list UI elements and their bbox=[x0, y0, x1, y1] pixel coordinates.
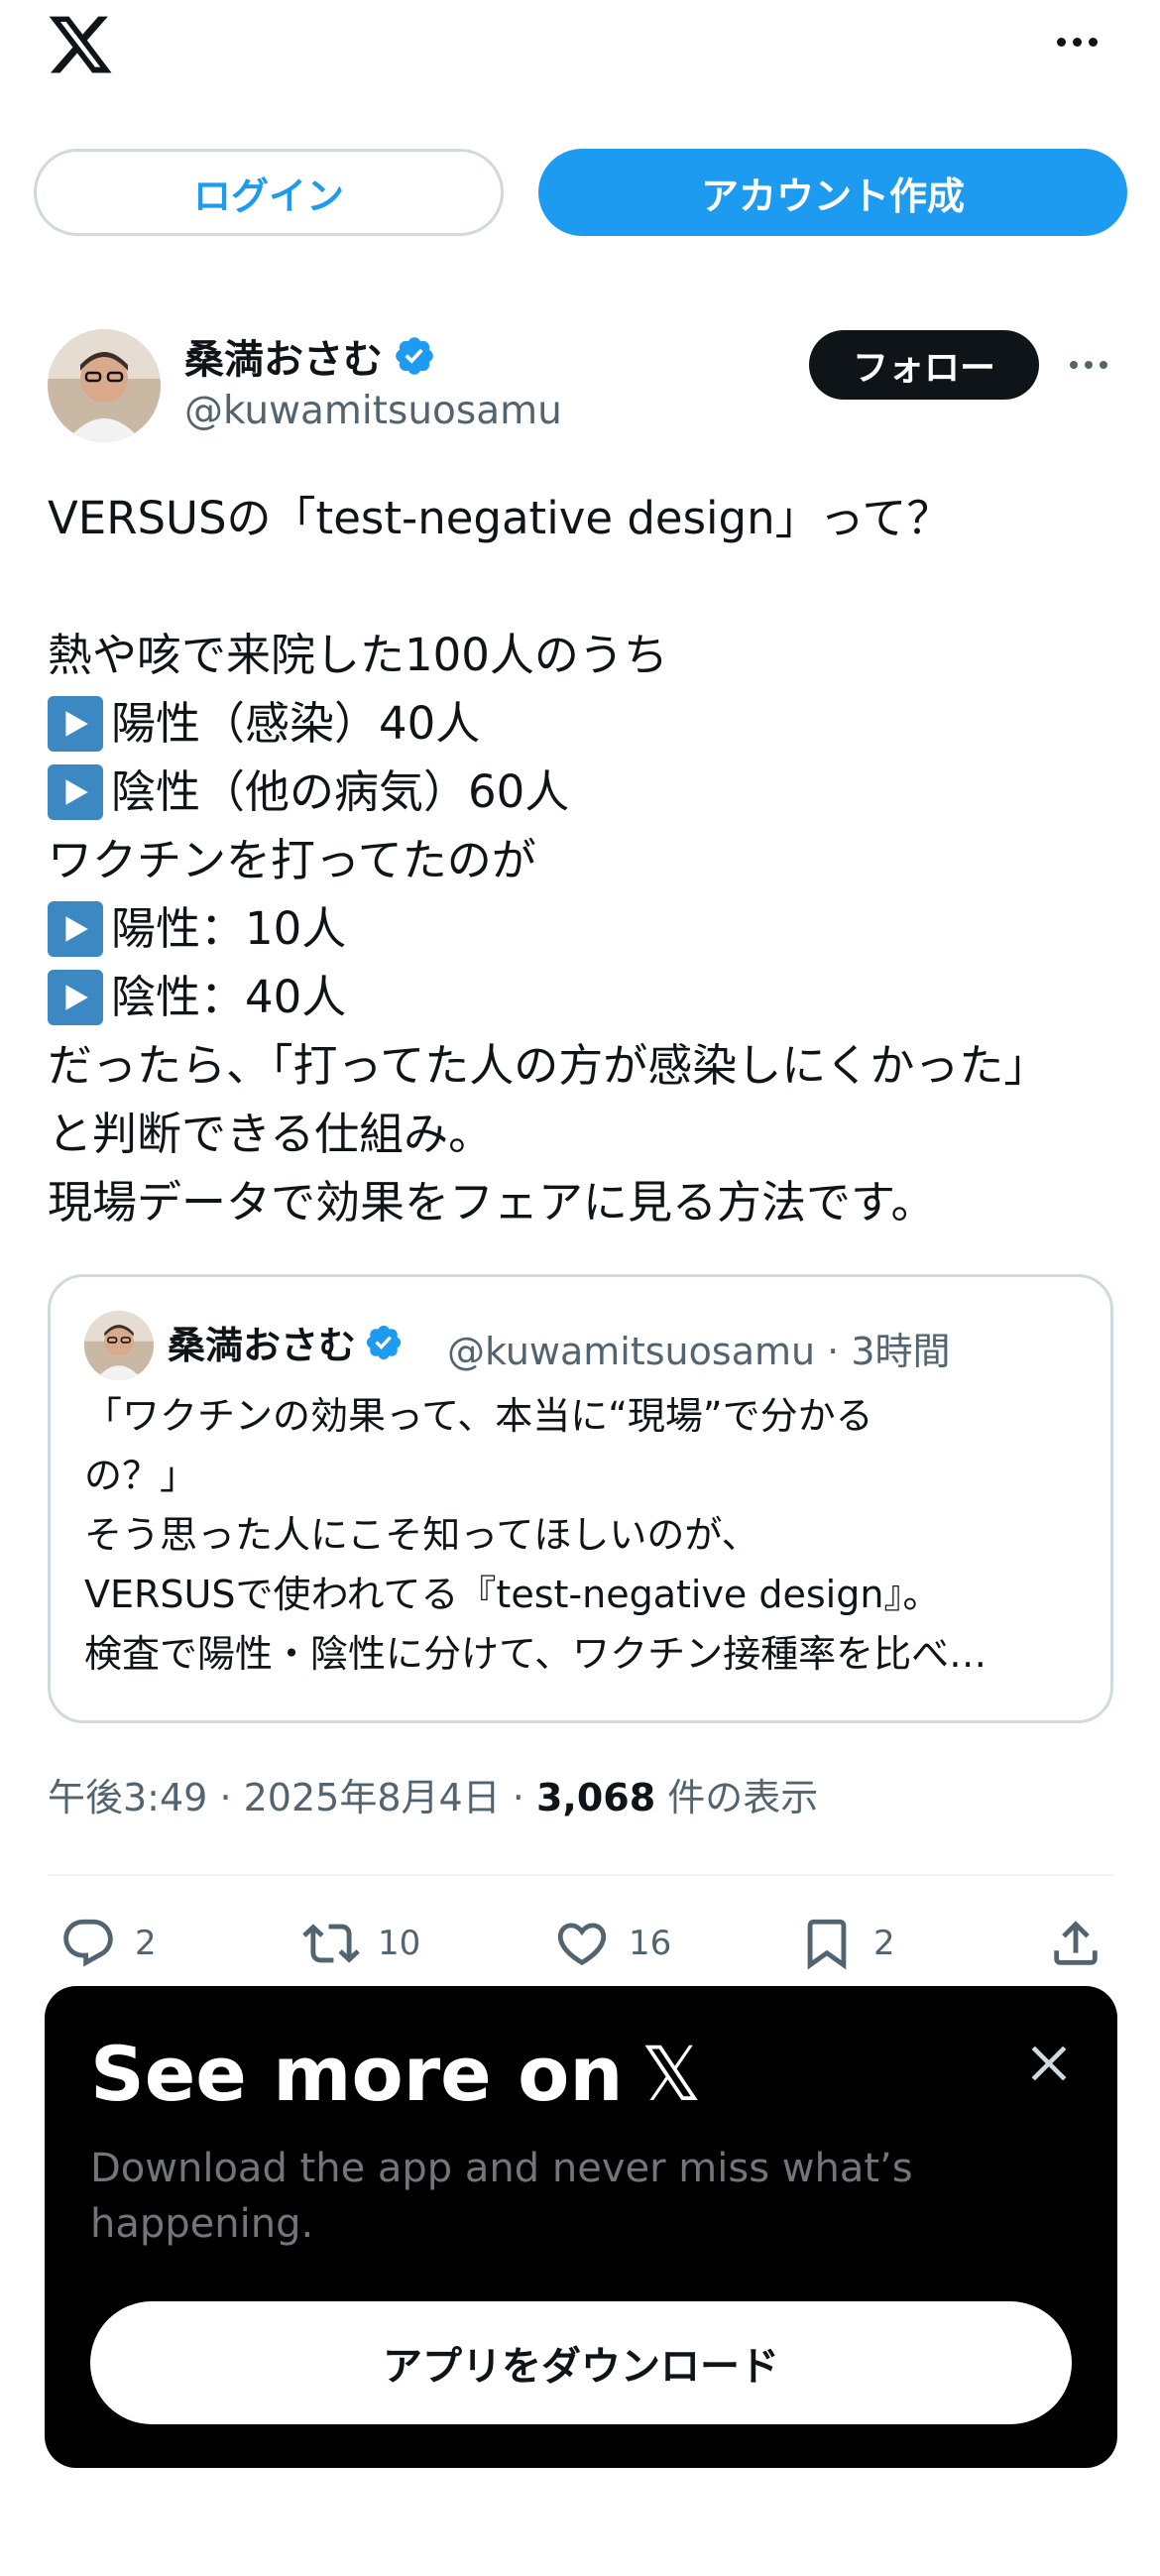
quoted-text-line: 検査で陽性・陰性に分けて、ワクチン接種率を比べ… bbox=[84, 1632, 987, 1676]
verified-badge-icon bbox=[396, 337, 433, 375]
reply-button[interactable]: 2 bbox=[59, 1914, 157, 1973]
post-text-segment: 陽性（感染）40人 bbox=[111, 697, 481, 750]
share-button[interactable] bbox=[1047, 1914, 1104, 1973]
login-button[interactable]: ログイン bbox=[34, 149, 504, 236]
post-text-line: 陽性（感染）40人 bbox=[48, 689, 1118, 758]
like-button[interactable]: 16 bbox=[553, 1914, 671, 1973]
post-text: VERSUSの「test-negative design」って？ 熱や咳で来院し… bbox=[48, 484, 1118, 1236]
play-button-emoji-icon bbox=[48, 695, 103, 752]
quoted-text-line: そう思った人にこそ知ってほしいのが、 bbox=[84, 1513, 759, 1557]
repost-count: 10 bbox=[378, 1924, 421, 1963]
more-horizontal-icon[interactable] bbox=[1047, 22, 1106, 61]
bookmark-count: 2 bbox=[873, 1924, 895, 1963]
post-text-line: VERSUSの「test-negative design」って？ bbox=[48, 492, 952, 544]
app-promo-sheet: See more on 𝕏 Download the app and never… bbox=[45, 1986, 1117, 2468]
reply-icon bbox=[63, 1919, 113, 1967]
share-icon bbox=[1054, 1921, 1098, 1965]
repost-icon bbox=[302, 1924, 360, 1963]
download-app-button[interactable]: アプリをダウンロード bbox=[90, 2301, 1072, 2424]
quoted-text-line: 「ワクチンの効果って、本当に“現場”で分かる bbox=[84, 1394, 873, 1438]
post-text-line: だったら、「打ってた人の方が感染しにくかった」 bbox=[48, 1039, 1049, 1092]
post-text-segment: 陰性（他の病気）60人 bbox=[111, 765, 570, 818]
quoted-avatar bbox=[84, 1311, 154, 1380]
avatar[interactable] bbox=[48, 329, 161, 442]
play-button-emoji-icon bbox=[48, 763, 103, 820]
verified-badge-icon bbox=[366, 1325, 402, 1359]
quoted-text-line: の？」 bbox=[84, 1454, 198, 1497]
divider bbox=[48, 1874, 1113, 1876]
post-text-line: 現場データで効果をフェアに見る方法です。 bbox=[48, 1176, 936, 1229]
post-meta: 午後3:49 · 2025年8月4日 · 3,068 件の表示 bbox=[48, 1767, 818, 1821]
post-text-segment: 陰性：40人 bbox=[111, 971, 347, 1023]
quoted-text-line: VERSUSで使われてる『test-negative design』。 bbox=[84, 1573, 941, 1616]
post-text-line: 熱や咳で来院した100人のうち bbox=[48, 629, 668, 681]
x-logo-icon[interactable] bbox=[46, 10, 115, 79]
view-count: 3,068 bbox=[535, 1776, 656, 1819]
x-logo-icon: 𝕏 bbox=[640, 2030, 702, 2118]
quoted-author-name: 桑満おさむ bbox=[168, 1315, 404, 1369]
post-more-icon[interactable] bbox=[1061, 347, 1116, 383]
heart-icon bbox=[557, 1923, 607, 1966]
post-text-line: 陰性（他の病気）60人 bbox=[48, 758, 1118, 826]
post-text-line: 陰性：40人 bbox=[48, 963, 1118, 1031]
play-button-emoji-icon bbox=[48, 900, 103, 957]
post-text-line: と判断できる仕組み。 bbox=[48, 1108, 494, 1160]
sheet-title: See more on 𝕏 bbox=[90, 2030, 702, 2118]
sheet-subtitle: Download the app and never miss what’s h… bbox=[90, 2146, 913, 2247]
quoted-author-name-text: 桑満おさむ bbox=[168, 1324, 357, 1367]
author-handle[interactable]: @kuwamitsuosamu bbox=[184, 389, 562, 433]
meta-separator: · bbox=[219, 1776, 232, 1819]
post-text-blank bbox=[48, 552, 1118, 621]
sheet-title-text: See more on bbox=[90, 2030, 624, 2118]
reply-count: 2 bbox=[135, 1924, 157, 1963]
meta-separator: · bbox=[512, 1776, 524, 1819]
quoted-text: 「ワクチンの効果って、本当に“現場”で分かる の？」 そう思った人にこそ知ってほ… bbox=[84, 1386, 1086, 1684]
play-button-emoji-icon bbox=[48, 969, 103, 1025]
signup-button[interactable]: アカウント作成 bbox=[538, 149, 1127, 236]
bookmark-icon bbox=[807, 1919, 847, 1970]
follow-button[interactable]: フォロー bbox=[809, 330, 1039, 400]
repost-button[interactable]: 10 bbox=[302, 1914, 420, 1973]
like-count: 16 bbox=[629, 1924, 672, 1963]
close-icon[interactable] bbox=[1021, 2036, 1077, 2091]
quoted-post-card[interactable]: 桑満おさむ @kuwamitsuosamu · 3時間 「ワクチンの効果って、本… bbox=[48, 1274, 1113, 1723]
post-text-line: 陽性：10人 bbox=[48, 894, 1118, 963]
view-count-label: 件の表示 bbox=[667, 1776, 819, 1819]
author-name[interactable]: 桑満おさむ bbox=[184, 327, 436, 385]
bookmark-button[interactable]: 2 bbox=[798, 1914, 895, 1973]
post-text-line: ワクチンを打ってたのが bbox=[48, 834, 536, 886]
quoted-handle-time: @kuwamitsuosamu · 3時間 bbox=[447, 1330, 951, 1373]
author-name-text[interactable]: 桑満おさむ bbox=[184, 327, 383, 385]
post-text-segment: 陽性：10人 bbox=[111, 902, 347, 955]
post-date[interactable]: 2025年8月4日 bbox=[244, 1776, 501, 1819]
post-time[interactable]: 午後3:49 bbox=[48, 1776, 207, 1819]
